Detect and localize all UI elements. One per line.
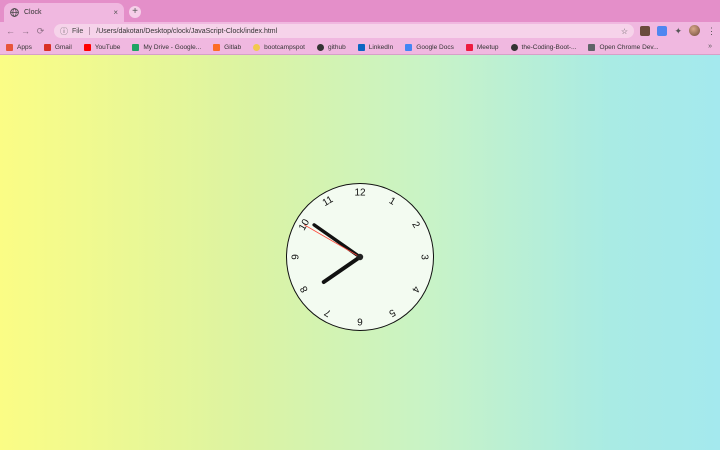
gitlab-icon bbox=[213, 43, 221, 51]
google-docs-icon bbox=[405, 43, 413, 51]
bookmarks-bar: Apps Gmail YouTube My Drive - Google... Gitl… bbox=[0, 40, 720, 55]
gmail-icon bbox=[43, 43, 51, 51]
bookmark-item[interactable]: YouTube bbox=[83, 43, 121, 51]
extensions-area: ✦ ⋮ bbox=[640, 25, 716, 36]
reload-button[interactable]: ⟳ bbox=[33, 26, 48, 37]
bookmark-label: My Drive - Google... bbox=[143, 43, 202, 51]
clock-center-pin bbox=[356, 253, 364, 261]
linkedin-icon bbox=[357, 43, 365, 51]
bookmark-item[interactable]: bootcampspot bbox=[253, 43, 305, 51]
info-icon[interactable]: ⓘ bbox=[60, 26, 68, 37]
clock-numeral: 12 bbox=[354, 188, 366, 199]
github-icon bbox=[316, 43, 324, 51]
bookmark-star-icon[interactable]: ☆ bbox=[621, 27, 628, 36]
bookmark-item[interactable]: Gmail bbox=[43, 43, 72, 51]
apps-grid-icon bbox=[6, 43, 13, 51]
bookmark-item[interactable]: My Drive - Google... bbox=[132, 43, 202, 51]
bookmarks-overflow-icon[interactable]: » bbox=[708, 43, 712, 50]
bookmark-label: Meetup bbox=[476, 43, 499, 51]
close-tab-icon[interactable]: × bbox=[113, 8, 118, 17]
bookmark-item[interactable]: github bbox=[316, 43, 346, 51]
code-icon bbox=[588, 43, 596, 51]
bookmark-label: github bbox=[327, 43, 346, 51]
bookmark-item[interactable]: LinkedIn bbox=[357, 43, 394, 51]
scheme-label: File bbox=[72, 27, 84, 35]
browser-toolbar: ← → ⟳ ⓘ File /Users/dakotan/Desktop/cloc… bbox=[0, 22, 720, 40]
bootcampspot-icon bbox=[253, 43, 261, 51]
bookmark-label: bootcampspot bbox=[264, 43, 305, 51]
profile-avatar[interactable] bbox=[689, 25, 700, 36]
github-icon bbox=[510, 43, 518, 51]
bookmark-label: Open Chrome Dev... bbox=[599, 43, 659, 51]
analog-clock: 12 1 2 3 4 5 6 7 8 9 10 11 bbox=[286, 183, 434, 331]
new-tab-button[interactable]: + bbox=[129, 6, 141, 18]
tab-clock[interactable]: Clock × bbox=[4, 3, 124, 22]
bookmark-item[interactable]: Apps bbox=[6, 43, 32, 51]
bookmark-label: Gmail bbox=[54, 43, 72, 51]
bookmark-item[interactable]: Open Chrome Dev... bbox=[588, 43, 659, 51]
back-button[interactable]: ← bbox=[3, 26, 18, 36]
bookmark-label: Apps bbox=[17, 43, 32, 51]
bookmark-label: Google Docs bbox=[416, 43, 454, 51]
clock-numeral: 3 bbox=[419, 254, 430, 260]
extension-icon[interactable] bbox=[640, 25, 651, 36]
bookmark-item[interactable]: Meetup bbox=[465, 43, 499, 51]
meetup-icon bbox=[465, 43, 473, 51]
bookmark-item[interactable]: Gitlab bbox=[213, 43, 242, 51]
tab-strip: Clock × + bbox=[0, 0, 720, 22]
omnibox-divider bbox=[89, 27, 91, 35]
bookmark-item[interactable]: Google Docs bbox=[405, 43, 454, 51]
menu-icon[interactable]: ⋮ bbox=[707, 26, 716, 36]
clock-numeral: 6 bbox=[357, 316, 363, 327]
tab-title: Clock bbox=[24, 9, 42, 16]
clock-face-svg: 121234567891011 bbox=[286, 183, 434, 331]
clock-numeral: 9 bbox=[291, 254, 302, 260]
bookmark-label: YouTube bbox=[94, 43, 121, 51]
page-content: 12 1 2 3 4 5 6 7 8 9 10 11 bbox=[0, 55, 720, 450]
bookmark-label: Gitlab bbox=[224, 43, 242, 51]
bookmark-label: LinkedIn bbox=[368, 43, 394, 51]
google-drive-icon bbox=[132, 43, 140, 51]
address-bar[interactable]: ⓘ File /Users/dakotan/Desktop/clock/Java… bbox=[54, 24, 634, 38]
forward-button[interactable]: → bbox=[18, 26, 33, 36]
url-text[interactable]: /Users/dakotan/Desktop/clock/JavaScript-… bbox=[96, 28, 621, 35]
bookmark-label: the-Coding-Boot-... bbox=[521, 43, 577, 51]
youtube-icon bbox=[83, 43, 91, 51]
bookmark-item[interactable]: the-Coding-Boot-... bbox=[510, 43, 577, 51]
extension-badge-icon[interactable] bbox=[657, 25, 668, 36]
extensions-puzzle-icon[interactable]: ✦ bbox=[674, 26, 682, 36]
globe-icon bbox=[10, 8, 19, 17]
